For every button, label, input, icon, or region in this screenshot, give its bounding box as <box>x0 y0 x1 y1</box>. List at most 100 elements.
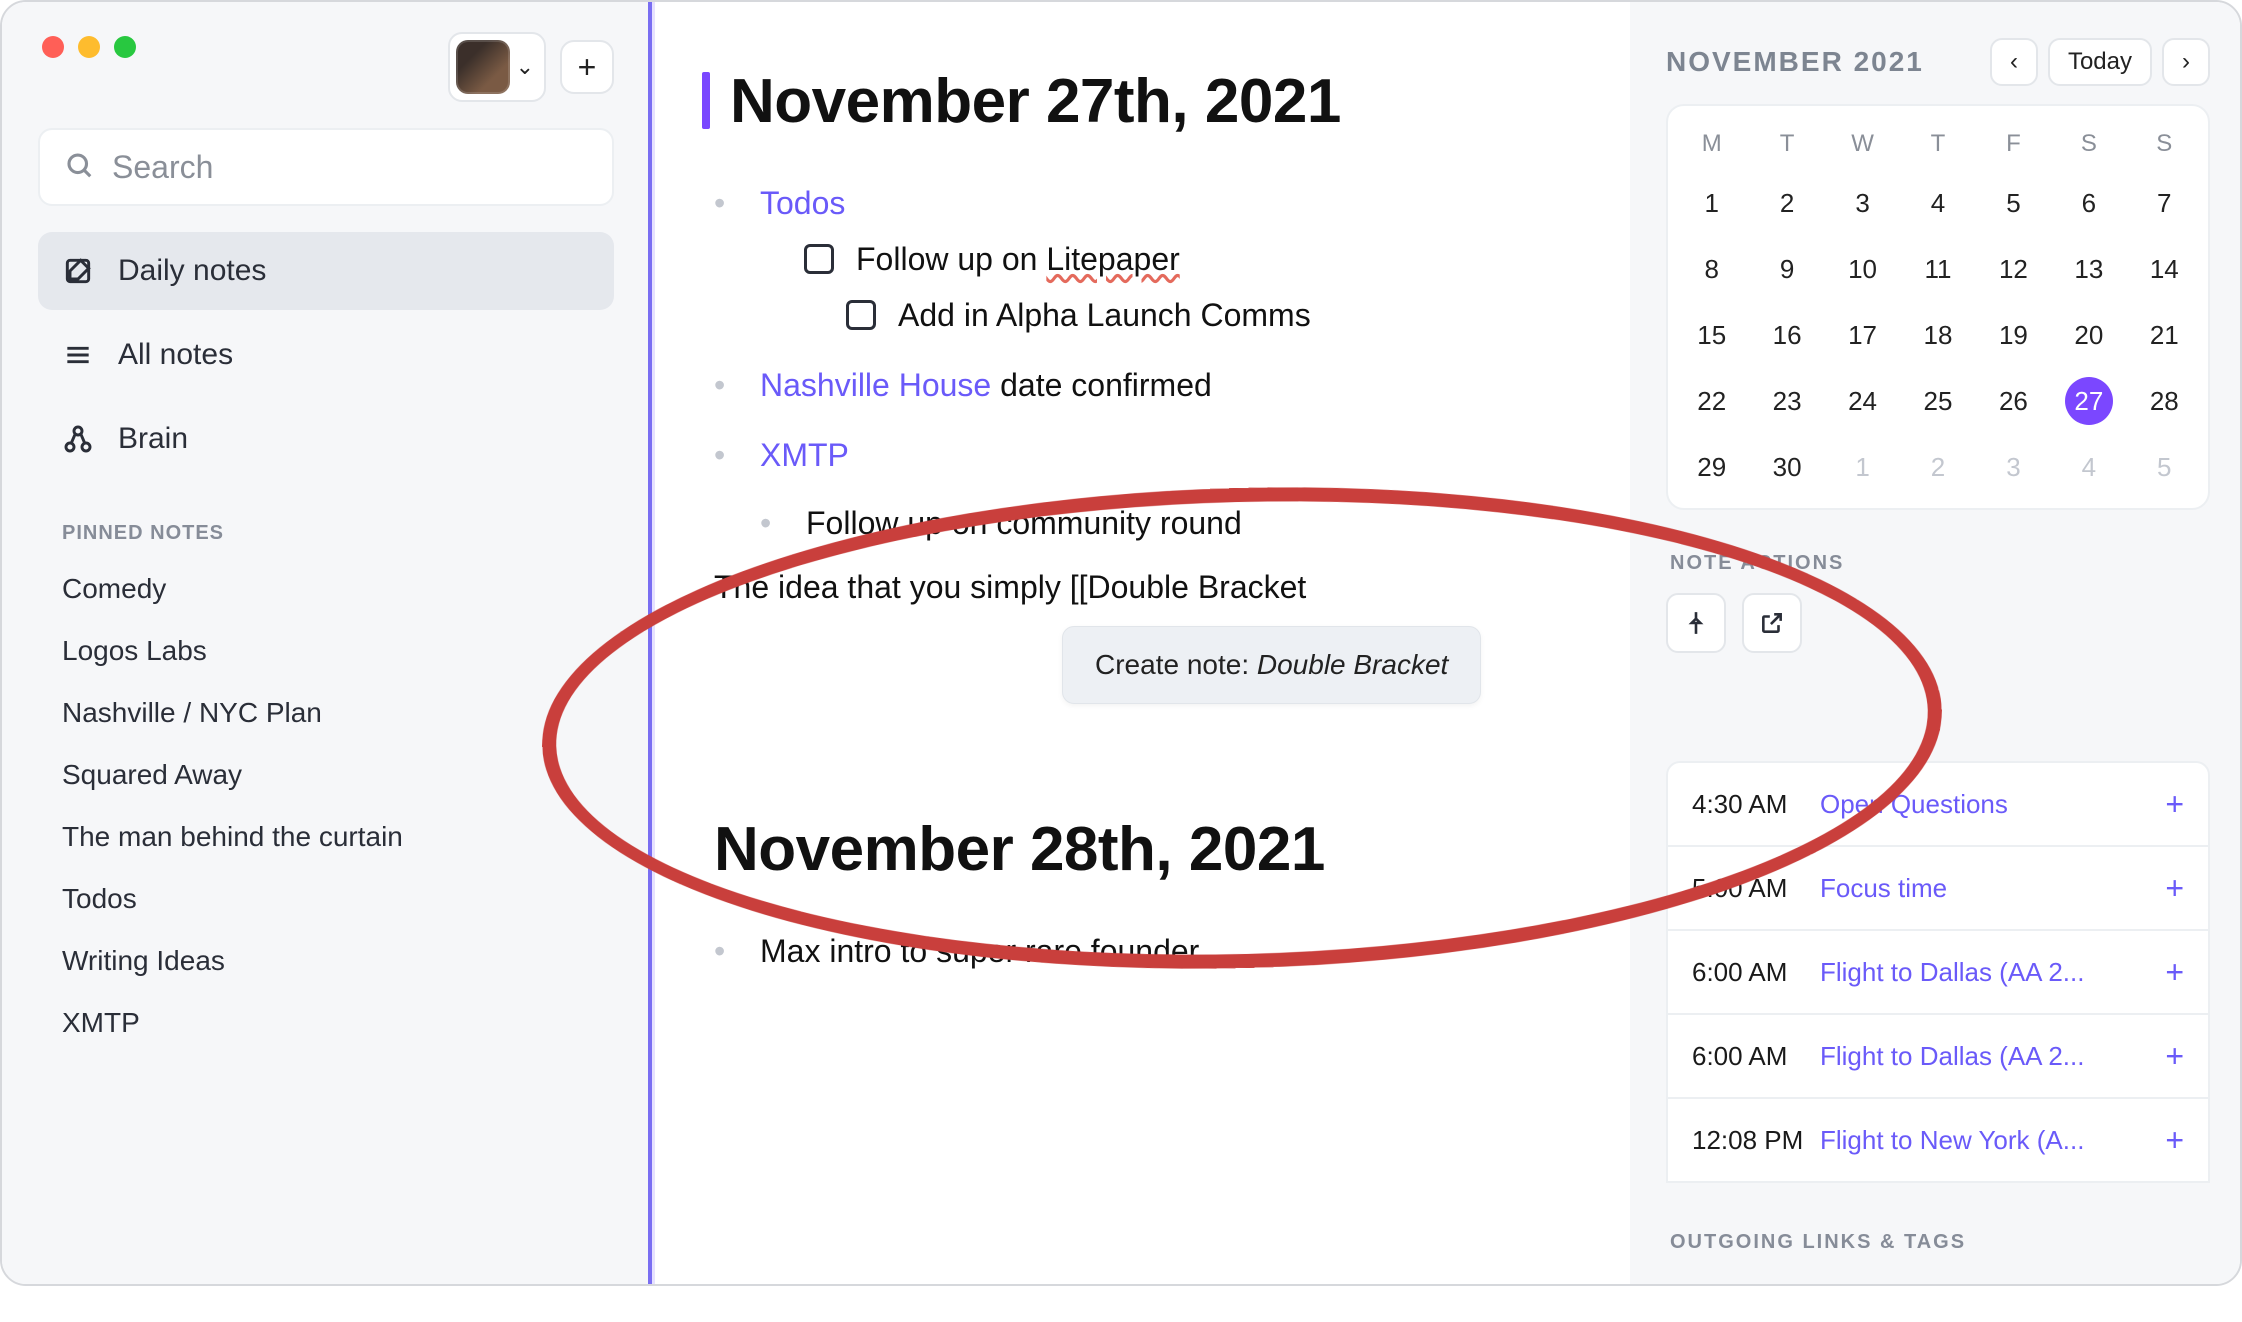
link-todos[interactable]: Todos <box>760 185 845 221</box>
calendar-day[interactable]: 6 <box>2057 172 2120 234</box>
calendar-day[interactable]: 26 <box>1982 370 2045 432</box>
event-row[interactable]: 4:30 AMOpen Questions+ <box>1666 761 2210 847</box>
pinned-item[interactable]: Logos Labs <box>62 623 590 679</box>
calendar-day[interactable]: 1 <box>1680 172 1743 234</box>
calendar-day[interactable]: 16 <box>1755 304 1818 366</box>
calendar-day[interactable]: 28 <box>2133 370 2196 432</box>
checkbox[interactable] <box>804 244 834 274</box>
create-note-popup[interactable]: Create note: Double Bracket <box>1062 626 1481 704</box>
calendar-day[interactable]: 20 <box>2057 304 2120 366</box>
calendar-day[interactable]: 19 <box>1982 304 2045 366</box>
pinned-item[interactable]: Squared Away <box>62 747 590 803</box>
open-external-button[interactable] <box>1742 593 1802 653</box>
calendar-day[interactable]: 3 <box>1982 436 2045 498</box>
new-note-button[interactable]: + <box>560 40 614 94</box>
calendar-day[interactable]: 21 <box>2133 304 2196 366</box>
calendar-day[interactable]: 1 <box>1831 436 1894 498</box>
calendar-day[interactable]: 7 <box>2133 172 2196 234</box>
calendar-day[interactable]: 13 <box>2057 238 2120 300</box>
calendar-day[interactable]: 5 <box>2133 436 2196 498</box>
event-row[interactable]: 12:08 PMFlight to New York (A...+ <box>1666 1097 2210 1183</box>
calendar-day[interactable]: 18 <box>1906 304 1969 366</box>
calendar-day[interactable]: 17 <box>1831 304 1894 366</box>
event-time: 12:08 PM <box>1692 1125 1820 1156</box>
event-add-button[interactable]: + <box>2165 786 2184 823</box>
nav-label: All notes <box>118 338 233 372</box>
editor-line[interactable]: The idea that you simply [[Double Bracke… <box>714 569 1580 606</box>
maximize-window-button[interactable] <box>114 36 136 58</box>
calendar-day[interactable]: 4 <box>1906 172 1969 234</box>
search-icon <box>64 150 94 185</box>
calendar-dow: S <box>2051 118 2126 170</box>
event-row[interactable]: 6:00 AMFlight to Dallas (AA 2...+ <box>1666 929 2210 1015</box>
event-title: Flight to Dallas (AA 2... <box>1820 957 2165 988</box>
close-window-button[interactable] <box>42 36 64 58</box>
pin-icon <box>1683 610 1709 636</box>
calendar-day[interactable]: 29 <box>1680 436 1743 498</box>
search-input[interactable] <box>112 149 588 186</box>
pin-note-button[interactable] <box>1666 593 1726 653</box>
calendar-day[interactable]: 22 <box>1680 370 1743 432</box>
nav-daily-notes[interactable]: Daily notes <box>38 232 614 310</box>
workspace-switcher[interactable]: ⌄ <box>448 32 546 102</box>
cal-prev-button[interactable]: ‹ <box>1990 38 2038 86</box>
calendar-day[interactable]: 10 <box>1831 238 1894 300</box>
edit-icon <box>62 255 94 287</box>
calendar-dow: W <box>1825 118 1900 170</box>
pinned-item[interactable]: The man behind the curtain <box>62 809 590 865</box>
link-nashville-house[interactable]: Nashville House <box>760 367 991 403</box>
event-time: 4:30 AM <box>1692 789 1820 820</box>
cal-today-button[interactable]: Today <box>2048 38 2152 86</box>
pinned-item[interactable]: XMTP <box>62 995 590 1051</box>
nav-brain[interactable]: Brain <box>38 400 614 478</box>
nav-label: Daily notes <box>118 254 266 288</box>
calendar-day[interactable]: 24 <box>1831 370 1894 432</box>
checkbox[interactable] <box>846 300 876 330</box>
window-traffic-lights <box>42 36 136 58</box>
calendar-day[interactable]: 5 <box>1982 172 2045 234</box>
todo-text: Add in Alpha Launch Comms <box>898 291 1311 339</box>
right-panel: NOVEMBER 2021 ‹ Today › MTWTFSS 12345678… <box>1630 2 2240 1284</box>
event-row[interactable]: 5:00 AMFocus time+ <box>1666 845 2210 931</box>
event-title: Open Questions <box>1820 789 2165 820</box>
calendar-day[interactable]: 4 <box>2057 436 2120 498</box>
calendar-day[interactable]: 9 <box>1755 238 1818 300</box>
calendar-day[interactable]: 14 <box>2133 238 2196 300</box>
search-box[interactable] <box>38 128 614 206</box>
minimize-window-button[interactable] <box>78 36 100 58</box>
pinned-item[interactable]: Writing Ideas <box>62 933 590 989</box>
cal-next-button[interactable]: › <box>2162 38 2210 86</box>
event-time: 6:00 AM <box>1692 1041 1820 1072</box>
calendar-day[interactable]: 3 <box>1831 172 1894 234</box>
calendar-day[interactable]: 25 <box>1906 370 1969 432</box>
link-xmtp[interactable]: XMTP <box>760 437 849 473</box>
calendar-day[interactable]: 30 <box>1755 436 1818 498</box>
event-add-button[interactable]: + <box>2165 1122 2184 1159</box>
event-add-button[interactable]: + <box>2165 954 2184 991</box>
calendar-day[interactable]: 27 <box>2065 377 2113 425</box>
calendar-day[interactable]: 2 <box>1906 436 1969 498</box>
editor-accent-bar <box>652 2 655 1284</box>
calendar-dow: M <box>1674 118 1749 170</box>
calendar-day[interactable]: 15 <box>1680 304 1743 366</box>
calendar-day[interactable]: 8 <box>1680 238 1743 300</box>
pinned-item[interactable]: Comedy <box>62 561 590 617</box>
nav-all-notes[interactable]: All notes <box>38 316 614 394</box>
event-add-button[interactable]: + <box>2165 1038 2184 1075</box>
popup-note-name: Double Bracket <box>1257 649 1448 680</box>
event-add-button[interactable]: + <box>2165 870 2184 907</box>
calendar-day[interactable]: 12 <box>1982 238 2045 300</box>
sidebar: ⌄ + Daily notes All notes Brain P <box>2 2 652 1284</box>
calendar-day[interactable]: 11 <box>1906 238 1969 300</box>
editor[interactable]: November 27th, 2021 Todos Follow up on L… <box>648 2 1630 1284</box>
external-link-icon <box>1759 610 1785 636</box>
calendar-day[interactable]: 2 <box>1755 172 1818 234</box>
list-icon <box>62 339 94 371</box>
todo-text: Follow up on Litepaper <box>856 235 1180 283</box>
pinned-item[interactable]: Todos <box>62 871 590 927</box>
event-row[interactable]: 6:00 AMFlight to Dallas (AA 2...+ <box>1666 1013 2210 1099</box>
chevron-left-icon: ‹ <box>2010 48 2018 76</box>
pinned-item[interactable]: Nashville / NYC Plan <box>62 685 590 741</box>
calendar-day[interactable]: 23 <box>1755 370 1818 432</box>
calendar-dow: T <box>1900 118 1975 170</box>
